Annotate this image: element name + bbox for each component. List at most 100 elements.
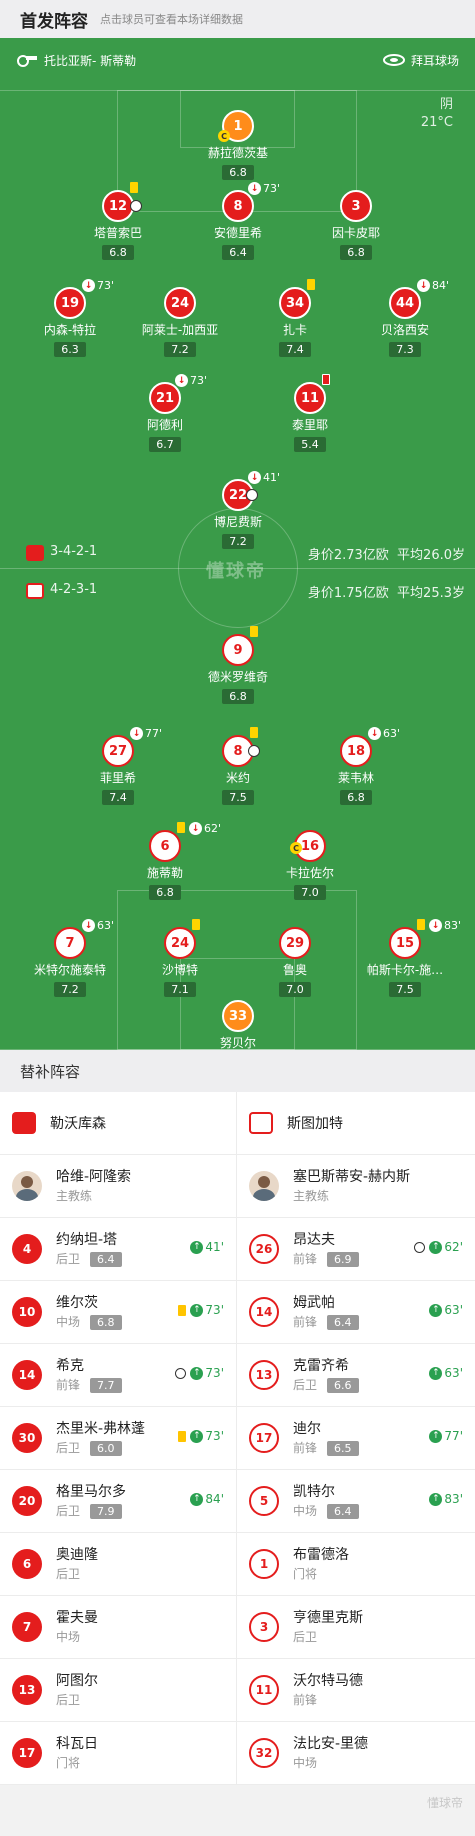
player-11[interactable]: 11 泰里耶 5.4 xyxy=(255,374,365,452)
player-24[interactable]: 24 沙博特 7.1 xyxy=(125,919,235,997)
player-34[interactable]: 34 扎卡 7.4 xyxy=(240,279,350,357)
player-rating: 6.8 xyxy=(102,245,134,260)
player-name: 鲁奥 xyxy=(282,963,307,977)
home-team-badge-icon xyxy=(26,545,44,561)
sub-out-icon: ↓ xyxy=(429,919,442,932)
substitute-row[interactable]: 6 奥迪隆 后卫 xyxy=(0,1533,237,1596)
home-coach-name: 哈维-阿隆索 xyxy=(56,1169,132,1185)
sub-number: 13 xyxy=(12,1675,42,1705)
player-29[interactable]: 29 鲁奥 7.0 xyxy=(240,927,350,997)
card-marker xyxy=(307,279,315,290)
sub-in-marker: ↑ 73' xyxy=(178,1429,224,1443)
player-rating: 7.4 xyxy=(102,790,134,805)
away-team-name: 斯图加特 xyxy=(287,1116,343,1132)
sub-position: 前锋 xyxy=(293,1693,318,1707)
player-3[interactable]: 3 因卡皮耶 6.8 xyxy=(301,190,411,260)
substitute-row[interactable]: 11 沃尔特马德 前锋 xyxy=(237,1659,475,1722)
player-22[interactable]: 22 ↓ 41' 博尼费斯 7.2 xyxy=(183,471,293,549)
yellow-card-icon xyxy=(178,1430,187,1442)
red-card-icon xyxy=(322,374,330,385)
sub-time: 73' xyxy=(97,279,115,292)
home-value: 身价2.73亿欧 平均26.0岁 xyxy=(307,548,465,563)
substitute-row[interactable]: 17 迪尔 前锋 6.5 ↑ 77' xyxy=(237,1407,475,1470)
sub-in-icon: ↑ xyxy=(190,1366,204,1380)
substitute-row[interactable]: 13 阿图尔 后卫 xyxy=(0,1659,237,1722)
sub-position: 前锋 xyxy=(293,1441,318,1455)
player-19[interactable]: 19 ↓ 73' 内森-特拉 6.3 xyxy=(15,279,125,357)
away-coach-row[interactable]: 塞巴斯蒂安-赫内斯 主教练 xyxy=(237,1155,475,1218)
sub-out-marker: ↓ 83' xyxy=(429,919,461,932)
sub-rating: 7.7 xyxy=(90,1377,122,1393)
sub-rating: 6.0 xyxy=(90,1440,122,1456)
yellow-card-icon xyxy=(177,822,185,833)
sub-in-time: 73' xyxy=(205,1366,224,1380)
substitute-row[interactable]: 5 凯特尔 中场 6.4 ↑ 83' xyxy=(237,1470,475,1533)
player-name: 阿德利 xyxy=(146,418,183,432)
player-24[interactable]: 24 阿莱士-加西亚 7.2 xyxy=(125,287,235,357)
sub-number: 3 xyxy=(249,1612,279,1642)
sub-position: 后卫 xyxy=(293,1630,318,1644)
card-marker xyxy=(322,374,330,385)
player-number: 9 xyxy=(222,634,254,666)
goal-ball-icon xyxy=(248,745,260,757)
player-12[interactable]: 12 塔普索巴 6.8 xyxy=(63,182,173,260)
substitute-row[interactable]: 4 约纳坦-塔 后卫 6.4 ↑ 41' xyxy=(0,1218,237,1281)
sub-name: 希克 xyxy=(56,1358,84,1374)
player-1[interactable]: 1 C 赫拉德茨基 6.8 xyxy=(183,110,293,180)
sub-rating: 6.5 xyxy=(327,1440,359,1456)
substitute-row[interactable]: 14 希克 前锋 7.7 ↑ 73' xyxy=(0,1344,237,1407)
player-8[interactable]: 8 米约 7.5 xyxy=(183,727,293,805)
player-44[interactable]: 44 ↓ 84' 贝洛西安 7.3 xyxy=(350,279,460,357)
goal-marker xyxy=(246,489,258,501)
sub-out-icon: ↓ xyxy=(82,919,95,932)
player-33[interactable]: 33努贝尔6.4 xyxy=(183,1000,293,1050)
sub-name: 昂达夫 xyxy=(293,1232,335,1248)
home-formation: 3-4-2-1 xyxy=(50,544,98,559)
substitute-row[interactable]: 30 杰里米-弗林蓬 后卫 6.0 ↑ 73' xyxy=(0,1407,237,1470)
substitute-row[interactable]: 10 维尔茨 中场 6.8 ↑ 73' xyxy=(0,1281,237,1344)
substitute-row[interactable]: 13 克雷齐希 后卫 6.6 ↑ 63' xyxy=(237,1344,475,1407)
player-27[interactable]: 27 ↓ 77' 菲里希 7.4 xyxy=(63,727,173,805)
sub-time: 63' xyxy=(97,919,115,932)
substitute-row[interactable]: 1 布雷德洛 门将 xyxy=(237,1533,475,1596)
player-9[interactable]: 9 德米罗维奇 6.8 xyxy=(183,626,293,704)
sub-out-marker: ↓ 77' xyxy=(130,727,162,740)
player-number: 15 xyxy=(389,927,421,959)
substitute-row[interactable]: 14 姆武帕 前锋 6.4 ↑ 63' xyxy=(237,1281,475,1344)
sub-out-marker: ↓ 73' xyxy=(82,279,114,292)
card-marker xyxy=(177,822,185,833)
substitute-row[interactable]: 32 法比安-里德 中场 xyxy=(237,1722,475,1785)
sub-in-marker: ↑ 84' xyxy=(186,1492,224,1506)
away-team-row[interactable]: 斯图加特 xyxy=(237,1092,475,1155)
sub-in-marker: ↑ 83' xyxy=(425,1492,463,1506)
yellow-card-icon xyxy=(417,919,425,930)
card-marker xyxy=(417,919,425,930)
player-15[interactable]: 15 ↓ 83' 帕斯卡尔-施… 7.5 xyxy=(350,919,461,997)
player-18[interactable]: 18 ↓ 63' 莱韦林 6.8 xyxy=(301,727,411,805)
captain-marker: C xyxy=(290,842,302,854)
leverkusen-logo-icon xyxy=(12,1112,36,1134)
player-rating: 6.8 xyxy=(222,165,254,180)
player-7[interactable]: 7 ↓ 63' 米特尔施泰特 7.2 xyxy=(15,919,125,997)
substitute-row[interactable]: 26 昂达夫 前锋 6.9 ↑ 62' xyxy=(237,1218,475,1281)
home-team-row[interactable]: 勒沃库森 xyxy=(0,1092,237,1155)
sub-out-marker: ↓ 41' xyxy=(248,471,280,484)
sub-number: 32 xyxy=(249,1738,279,1768)
sub-position: 前锋 xyxy=(56,1378,81,1392)
stadium-icon xyxy=(382,54,405,66)
player-8[interactable]: 8 ↓ 73' 安德里希 6.4 xyxy=(183,182,293,260)
referee-name: 托比亚斯- 斯蒂勒 xyxy=(44,53,137,68)
player-21[interactable]: 21 ↓ 73' 阿德利 6.7 xyxy=(110,374,220,452)
player-16[interactable]: 16 C 卡拉佐尔 7.0 xyxy=(255,830,365,900)
substitute-row[interactable]: 17 科瓦日 门将 xyxy=(0,1722,237,1785)
substitute-row[interactable]: 7 霍夫曼 中场 xyxy=(0,1596,237,1659)
sub-out-marker: ↓ 62' xyxy=(189,822,221,835)
sub-out-icon: ↓ xyxy=(130,727,143,740)
home-coach-row[interactable]: 哈维-阿隆索 主教练 xyxy=(0,1155,237,1218)
substitute-row[interactable]: 3 亨德里克斯 后卫 xyxy=(237,1596,475,1659)
player-name: 贝洛西安 xyxy=(380,323,429,337)
player-6[interactable]: 6 ↓ 62' 施蒂勒 6.8 xyxy=(110,822,221,900)
player-name: 卡拉佐尔 xyxy=(285,866,334,880)
substitute-row[interactable]: 20 格里马尔多 后卫 7.9 ↑ 84' xyxy=(0,1470,237,1533)
sub-name: 布雷德洛 xyxy=(293,1547,349,1563)
